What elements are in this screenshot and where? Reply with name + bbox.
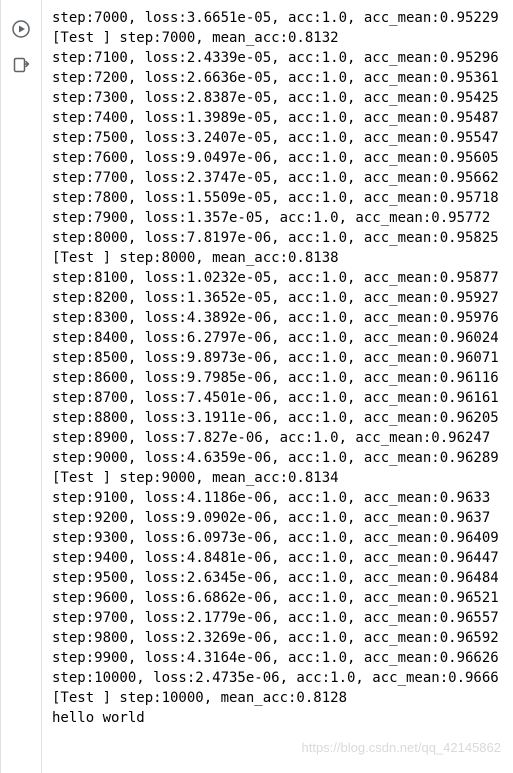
output-line: step:8000, loss:7.8197e-06, acc:1.0, acc… bbox=[52, 228, 513, 248]
output-line: step:7300, loss:2.8387e-05, acc:1.0, acc… bbox=[52, 88, 513, 108]
output-line: step:9000, loss:4.6359e-06, acc:1.0, acc… bbox=[52, 448, 513, 468]
output-line: [Test ] step:8000, mean_acc:0.8138 bbox=[52, 248, 513, 268]
output-line: step:8500, loss:9.8973e-06, acc:1.0, acc… bbox=[52, 348, 513, 368]
output-line: step:9700, loss:2.1779e-06, acc:1.0, acc… bbox=[52, 608, 513, 628]
notebook-cell: step:7000, loss:3.6651e-05, acc:1.0, acc… bbox=[0, 0, 513, 773]
output-line: step:7600, loss:9.0497e-06, acc:1.0, acc… bbox=[52, 148, 513, 168]
cell-gutter bbox=[1, 0, 42, 773]
run-icon[interactable] bbox=[12, 20, 30, 38]
output-line: step:9400, loss:4.8481e-06, acc:1.0, acc… bbox=[52, 548, 513, 568]
output-line: step:7000, loss:3.6651e-05, acc:1.0, acc… bbox=[52, 8, 513, 28]
output-line: hello world bbox=[52, 708, 513, 728]
output-line: [Test ] step:9000, mean_acc:0.8134 bbox=[52, 468, 513, 488]
output-line: step:8300, loss:4.3892e-06, acc:1.0, acc… bbox=[52, 308, 513, 328]
output-line: step:8900, loss:7.827e-06, acc:1.0, acc_… bbox=[52, 428, 513, 448]
output-line: step:9500, loss:2.6345e-06, acc:1.0, acc… bbox=[52, 568, 513, 588]
output-line: step:9200, loss:9.0902e-06, acc:1.0, acc… bbox=[52, 508, 513, 528]
output-line: step:7400, loss:1.3989e-05, acc:1.0, acc… bbox=[52, 108, 513, 128]
output-line: step:8700, loss:7.4501e-06, acc:1.0, acc… bbox=[52, 388, 513, 408]
output-line: step:7800, loss:1.5509e-05, acc:1.0, acc… bbox=[52, 188, 513, 208]
output-line: step:10000, loss:2.4735e-06, acc:1.0, ac… bbox=[52, 668, 513, 688]
cell-output: step:7000, loss:3.6651e-05, acc:1.0, acc… bbox=[42, 0, 513, 773]
output-line: step:9100, loss:4.1186e-06, acc:1.0, acc… bbox=[52, 488, 513, 508]
output-line: [Test ] step:7000, mean_acc:0.8132 bbox=[52, 28, 513, 48]
output-line: step:9900, loss:4.3164e-06, acc:1.0, acc… bbox=[52, 648, 513, 668]
output-line: step:9600, loss:6.6862e-06, acc:1.0, acc… bbox=[52, 588, 513, 608]
output-line: step:7500, loss:3.2407e-05, acc:1.0, acc… bbox=[52, 128, 513, 148]
output-icon[interactable] bbox=[12, 56, 30, 74]
output-line: step:8200, loss:1.3652e-05, acc:1.0, acc… bbox=[52, 288, 513, 308]
output-line: step:9300, loss:6.0973e-06, acc:1.0, acc… bbox=[52, 528, 513, 548]
output-line: [Test ] step:10000, mean_acc:0.8128 bbox=[52, 688, 513, 708]
output-line: step:8800, loss:3.1911e-06, acc:1.0, acc… bbox=[52, 408, 513, 428]
output-line: step:8400, loss:6.2797e-06, acc:1.0, acc… bbox=[52, 328, 513, 348]
output-line: step:7100, loss:2.4339e-05, acc:1.0, acc… bbox=[52, 48, 513, 68]
output-line: step:7700, loss:2.3747e-05, acc:1.0, acc… bbox=[52, 168, 513, 188]
output-line: step:8600, loss:9.7985e-06, acc:1.0, acc… bbox=[52, 368, 513, 388]
output-line: step:7900, loss:1.357e-05, acc:1.0, acc_… bbox=[52, 208, 513, 228]
output-line: step:9800, loss:2.3269e-06, acc:1.0, acc… bbox=[52, 628, 513, 648]
output-line: step:7200, loss:2.6636e-05, acc:1.0, acc… bbox=[52, 68, 513, 88]
output-line: step:8100, loss:1.0232e-05, acc:1.0, acc… bbox=[52, 268, 513, 288]
